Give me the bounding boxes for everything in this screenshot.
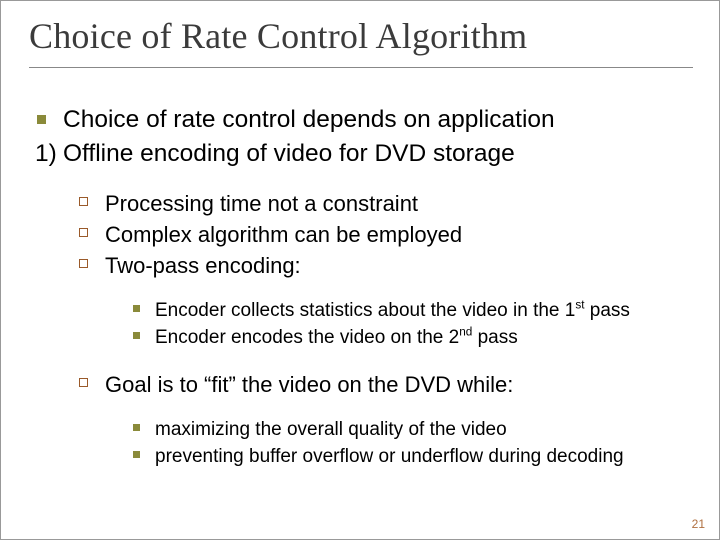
small-square-icon xyxy=(133,298,155,312)
number-marker: 1) xyxy=(35,138,63,170)
superscript: st xyxy=(575,298,584,311)
bullet-level3: preventing buffer overflow or underflow … xyxy=(133,444,693,469)
small-square-icon xyxy=(133,417,155,431)
slide-content: Choice of rate control depends on applic… xyxy=(29,104,693,469)
numbered-text: Offline encoding of video for DVD storag… xyxy=(63,138,693,170)
text-part: Encoder collects statistics about the vi… xyxy=(155,300,575,321)
bullet-level2: Two-pass encoding: xyxy=(79,251,693,280)
hollow-square-icon xyxy=(79,370,105,387)
text-part: pass xyxy=(472,327,517,348)
text-part: pass xyxy=(585,300,630,321)
bullet-text: Processing time not a constraint xyxy=(105,189,693,218)
bullet-text: Two-pass encoding: xyxy=(105,251,693,280)
bullet-text: preventing buffer overflow or underflow … xyxy=(155,444,693,469)
small-square-icon xyxy=(133,444,155,458)
bullet-text: maximizing the overall quality of the vi… xyxy=(155,417,693,442)
bullet-level3: Encoder collects statistics about the vi… xyxy=(133,298,693,323)
small-square-icon xyxy=(133,325,155,339)
bullet-text: Encoder collects statistics about the vi… xyxy=(155,298,693,323)
bullet-level3: Encoder encodes the video on the 2nd pas… xyxy=(133,325,693,350)
hollow-square-icon xyxy=(79,251,105,268)
bullet-level1: Choice of rate control depends on applic… xyxy=(35,104,693,136)
bullet-level2: Complex algorithm can be employed xyxy=(79,220,693,249)
bullet-text: Complex algorithm can be employed xyxy=(105,220,693,249)
bullet-level2: Processing time not a constraint xyxy=(79,189,693,218)
slide: Choice of Rate Control Algorithm Choice … xyxy=(1,1,720,541)
hollow-square-icon xyxy=(79,220,105,237)
bullet-text: Choice of rate control depends on applic… xyxy=(63,104,693,136)
page-number: 21 xyxy=(692,517,705,531)
slide-title: Choice of Rate Control Algorithm xyxy=(29,15,693,68)
bullet-level3: maximizing the overall quality of the vi… xyxy=(133,417,693,442)
square-bullet-icon xyxy=(35,104,63,124)
hollow-square-icon xyxy=(79,189,105,206)
superscript: nd xyxy=(459,326,472,339)
numbered-item: 1) Offline encoding of video for DVD sto… xyxy=(35,138,693,170)
bullet-text: Goal is to “fit” the video on the DVD wh… xyxy=(105,370,693,399)
text-part: Encoder encodes the video on the 2 xyxy=(155,327,459,348)
bullet-level2: Goal is to “fit” the video on the DVD wh… xyxy=(79,370,693,399)
bullet-text: Encoder encodes the video on the 2nd pas… xyxy=(155,325,693,350)
